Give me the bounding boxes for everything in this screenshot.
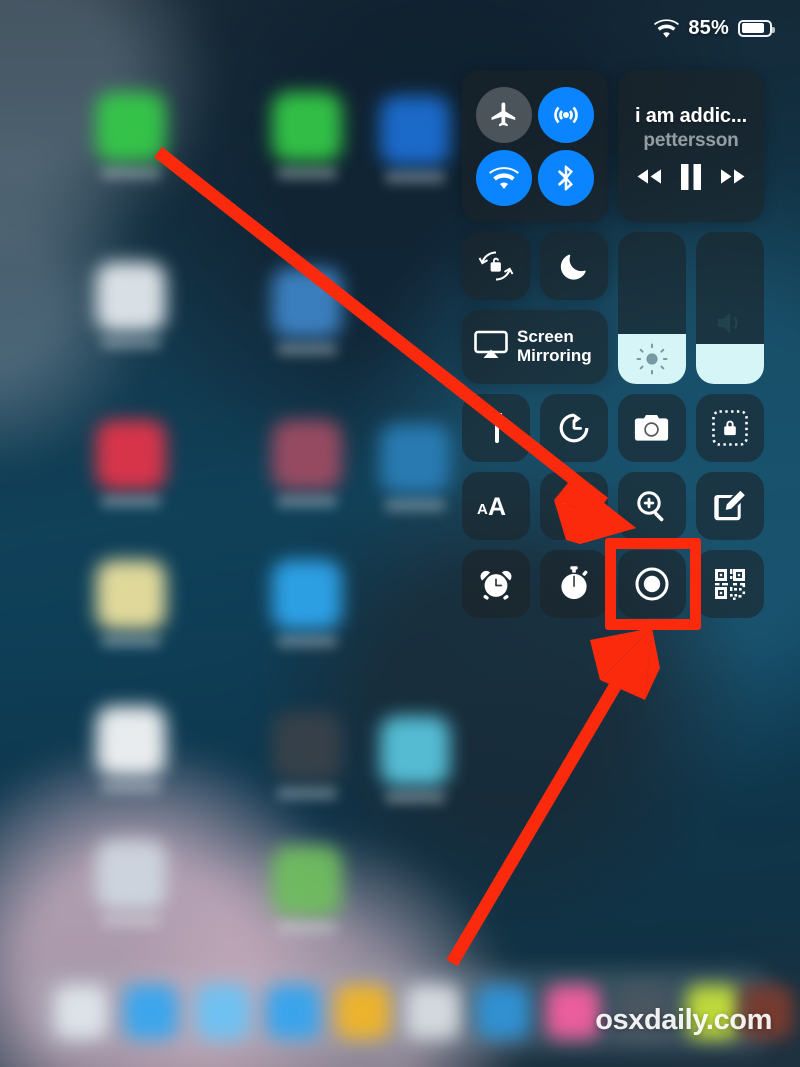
rotation-lock-icon [476,246,516,286]
blurred-dock-icon [266,985,320,1039]
magnifier-button[interactable] [618,472,686,540]
timer-button[interactable] [540,394,608,462]
blurred-app-icon [96,560,166,630]
connectivity-module [462,70,608,222]
wifi-icon [489,166,519,190]
svg-text:A: A [477,501,488,518]
blurred-app-icon [96,420,166,490]
sliders-group [618,232,764,384]
blurred-app-label [101,338,161,349]
blurred-app-icon [272,420,342,490]
svg-text:A: A [488,493,506,519]
moon-icon [557,249,591,283]
blurred-app-icon [380,424,450,494]
now-playing-module: i am addic... pettersson [618,70,764,222]
blurred-app-label [277,496,337,507]
bluetooth-icon [551,163,581,193]
blurred-app-label [385,792,445,803]
stopwatch-icon [557,565,591,603]
airplay-screen-icon [474,330,508,365]
volume-fill [696,344,764,384]
text-size-button[interactable]: A A [462,472,530,540]
blurred-dock-icon [196,985,250,1039]
airplane-mode-icon [489,100,519,130]
brightness-icon [618,342,686,376]
blurred-app-label [277,788,337,799]
camera-button[interactable] [618,394,686,462]
apple-tv-remote-button[interactable] [540,472,608,540]
blurred-dock-icon [546,985,600,1039]
notes-button[interactable] [696,472,764,540]
status-bar: 85% [0,0,800,56]
blurred-app-icon [380,96,450,166]
blurred-app-label [101,496,161,507]
magnifier-icon [634,488,670,524]
battery-icon [738,19,775,37]
blurred-dock-icon [336,985,390,1039]
blurred-app-icon [96,92,166,162]
watermark: osxdaily.com [595,1004,772,1036]
brightness-slider[interactable] [618,232,686,384]
control-center: i am addic... pettersson Screen Mirrorin… [462,70,764,618]
now-playing-artist: pettersson [643,129,739,151]
blurred-app-icon [96,262,166,332]
screen-recording-highlight-box [605,538,701,630]
alarm-clock-icon [478,566,514,602]
guided-access-lock-icon [711,409,749,447]
flashlight-icon [481,411,511,445]
rewind-button[interactable] [634,167,664,186]
blurred-dock-icon [124,985,178,1039]
ipad-screenshot: 85% i am addic... pettersson Screen Mirr… [0,0,800,1067]
qr-code-icon [713,567,747,601]
blurred-app-icon [272,268,342,338]
camera-icon [634,413,670,443]
battery-percent-label: 85% [688,16,729,39]
blurred-app-icon [96,706,166,776]
airdrop-icon [551,100,581,130]
blurred-app-label [277,636,337,647]
alarm-button[interactable] [462,550,530,618]
blurred-app-label [101,916,161,927]
flashlight-button[interactable] [462,394,530,462]
qr-code-scanner-button[interactable] [696,550,764,618]
blurred-app-label [101,782,161,793]
blurred-app-label [101,168,161,179]
rotation-lock-toggle[interactable] [462,232,530,300]
screen-mirroring-label: Screen Mirroring [517,327,592,365]
blurred-app-icon [272,712,342,782]
airplane-mode-toggle[interactable] [476,86,532,143]
notes-compose-icon [712,488,748,524]
do-not-disturb-toggle[interactable] [540,232,608,300]
stopwatch-button[interactable] [540,550,608,618]
wifi-toggle[interactable] [476,149,532,206]
blurred-app-label [101,636,161,647]
blurred-app-icon [272,92,342,162]
bluetooth-toggle[interactable] [538,149,594,206]
blurred-app-label [277,922,337,933]
blurred-app-icon [272,560,342,630]
now-playing-controls [634,163,748,190]
blurred-app-label [385,172,445,183]
apple-tv-remote-icon [561,487,587,525]
blurred-dock-icon [54,985,108,1039]
screen-mirroring-button[interactable]: Screen Mirroring [462,310,608,384]
blurred-app-icon [96,840,166,910]
blurred-app-label [277,344,337,355]
blurred-dock-icon [406,985,460,1039]
wifi-icon [654,18,680,38]
blurred-app-label [277,168,337,179]
now-playing-title: i am addic... [635,104,747,127]
blurred-app-icon [272,846,342,916]
volume-slider[interactable] [696,232,764,384]
pause-button[interactable] [680,163,702,190]
timer-icon [556,410,592,446]
fast-forward-button[interactable] [718,167,748,186]
blurred-app-icon [380,716,450,786]
blurred-app-label [385,500,445,511]
volume-icon [696,308,764,338]
guided-access-button[interactable] [696,394,764,462]
text-size-icon: A A [476,493,516,519]
blurred-dock-icon [476,985,530,1039]
airdrop-toggle[interactable] [538,86,594,143]
